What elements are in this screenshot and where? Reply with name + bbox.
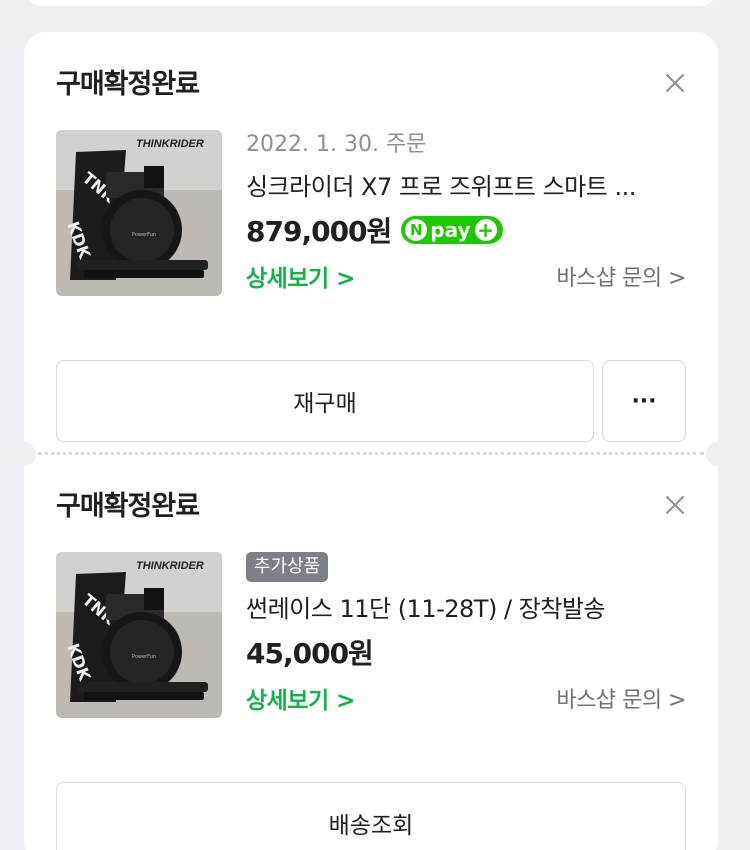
- thumb-model: PowerFun: [132, 232, 156, 238]
- product-price: 45,000원: [246, 637, 374, 670]
- trainer-image: THINKRIDER TNK KDK PowerFun: [56, 130, 222, 296]
- thumb-brand: THINKRIDER: [136, 560, 204, 572]
- repurchase-button[interactable]: 재구매: [56, 360, 594, 442]
- order-status-title: 구매확정완료: [56, 491, 200, 522]
- track-delivery-button[interactable]: 배송조회: [56, 782, 686, 850]
- price-row: 879,000원 N pay +: [246, 210, 686, 250]
- product-info: 추가상품 썬레이스 11단 (11-28T) / 장착발송 45,000원 상세…: [246, 552, 686, 714]
- order-date: 2022. 1. 30. 주문: [246, 132, 427, 157]
- plus-icon: +: [474, 219, 497, 241]
- thumb-model: PowerFun: [132, 654, 156, 660]
- close-icon[interactable]: [664, 72, 686, 94]
- thumb-brand: THINKRIDER: [136, 138, 204, 150]
- product-thumbnail[interactable]: THINKRIDER TNK KDK PowerFun: [56, 552, 222, 718]
- order-status-title: 구매확정완료: [56, 69, 200, 100]
- trainer-image: THINKRIDER TNK KDK PowerFun: [56, 552, 222, 718]
- ticket-notch: [706, 442, 718, 466]
- dotted-divider: [38, 452, 704, 455]
- detail-view-link[interactable]: 상세보기 >: [246, 259, 355, 293]
- product-name[interactable]: 싱크라이더 X7 프로 즈위프트 스마트 ...: [246, 170, 686, 204]
- product-info: 2022. 1. 30. 주문 싱크라이더 X7 프로 즈위프트 스마트 ...…: [246, 130, 686, 292]
- n-logo-icon: N: [405, 219, 428, 241]
- product-thumbnail[interactable]: THINKRIDER TNK KDK PowerFun: [56, 130, 222, 296]
- npay-label: pay: [430, 218, 471, 242]
- detail-view-link[interactable]: 상세보기 >: [246, 681, 355, 715]
- links-row: 상세보기 > 바스샵 문의 >: [246, 682, 686, 714]
- ticket-notch: [24, 442, 36, 466]
- order-section: 구매확정완료 THINKRIDER TNK KDK PowerFun: [56, 62, 686, 442]
- previous-order-card: [24, 0, 718, 6]
- shop-inquiry-link[interactable]: 바스샵 문의 >: [556, 682, 686, 714]
- additional-product-tag: 추가상품: [246, 552, 329, 582]
- close-icon[interactable]: [664, 494, 686, 516]
- product-price: 879,000원: [246, 215, 392, 248]
- order-card: 구매확정완료 THINKRIDER TNK KDK PowerFun 2022.…: [24, 32, 718, 850]
- links-row: 상세보기 > 바스샵 문의 >: [246, 260, 686, 292]
- tag-row: 추가상품: [246, 552, 686, 582]
- shop-inquiry-link[interactable]: 바스샵 문의 >: [556, 260, 686, 292]
- product-name[interactable]: 썬레이스 11단 (11-28T) / 장착발송: [246, 592, 686, 626]
- price-row: 45,000원: [246, 632, 686, 672]
- order-section: 구매확정완료 THINKRIDER TNK KDK PowerFun: [56, 484, 686, 850]
- npay-plus-badge: N pay +: [401, 216, 503, 244]
- product-row: THINKRIDER TNK KDK PowerFun 추가상품 썬레이스 11…: [56, 552, 686, 720]
- product-row: THINKRIDER TNK KDK PowerFun 2022. 1. 30.…: [56, 130, 686, 298]
- more-options-button[interactable]: ···: [602, 360, 686, 442]
